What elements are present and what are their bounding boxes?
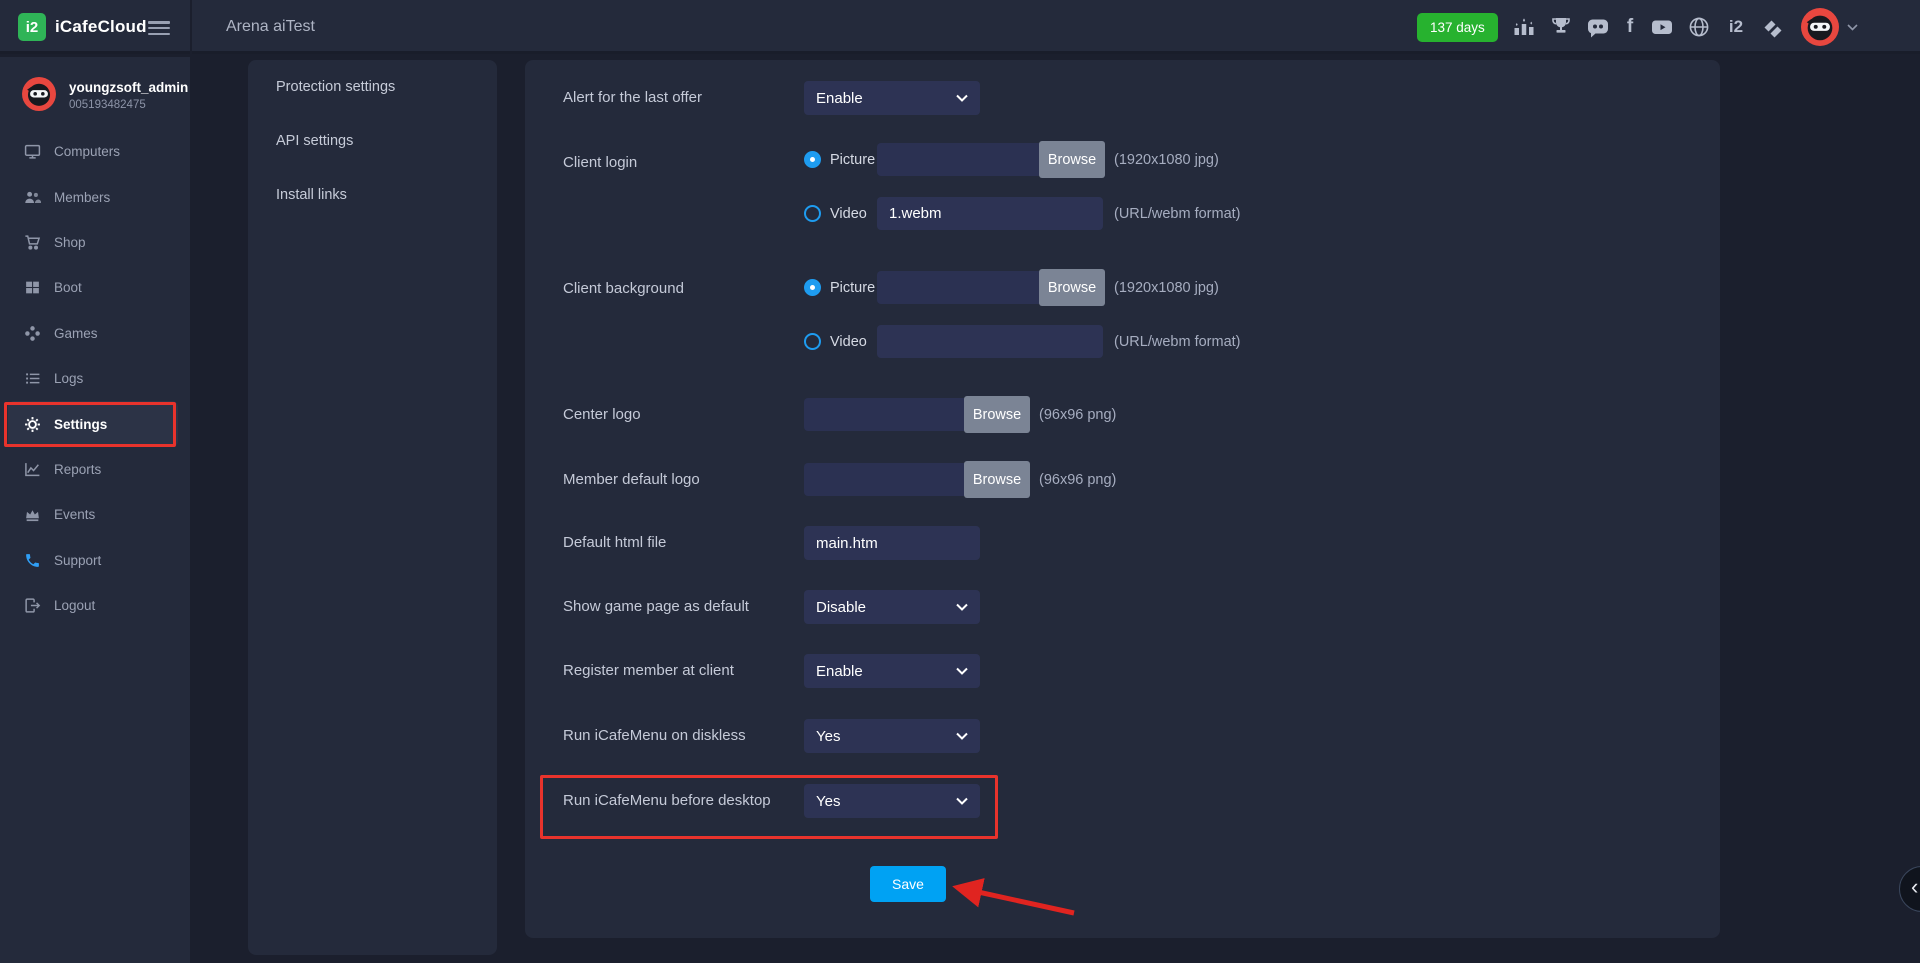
client-background-picture-row: Picture Browse (1920x1080 jpg): [804, 271, 1219, 304]
page-title: Arena aiTest: [226, 0, 315, 54]
logs-icon: [24, 370, 41, 387]
show-game-page-select[interactable]: Disable: [804, 590, 980, 624]
sidebar-item-logout[interactable]: Logout: [0, 583, 190, 628]
client-login-video-radio[interactable]: [804, 205, 821, 222]
sidebar-user-avatar: [22, 77, 56, 111]
register-member-select[interactable]: Enable: [804, 654, 980, 688]
logo-size-hint: (96x96 png): [1039, 472, 1116, 488]
field-label-show-game-page: Show game page as default: [563, 598, 803, 615]
client-background-video-radio[interactable]: [804, 333, 821, 350]
logout-icon: [24, 597, 41, 614]
reports-icon: [24, 461, 41, 478]
boot-icon: [24, 279, 41, 296]
chevron-down-icon: [956, 667, 968, 675]
field-label-client-login: Client login: [563, 154, 803, 171]
client-background-picture-browse-button[interactable]: Browse: [1039, 269, 1105, 306]
member-default-logo-row: Browse (96x96 png): [804, 463, 1116, 496]
sidebar-item-shop[interactable]: Shop: [0, 220, 190, 265]
client-background-picture-radio[interactable]: [804, 279, 821, 296]
field-label-run-icafemenu-diskless: Run iCafeMenu on diskless: [563, 727, 803, 744]
field-label-center-logo: Center logo: [563, 406, 803, 423]
ranking-icon[interactable]: [1512, 15, 1536, 39]
chevron-down-icon: [956, 797, 968, 805]
client-login-picture-row: Picture Browse (1920x1080 jpg): [804, 143, 1219, 176]
run-icafemenu-diskless-select[interactable]: Yes: [804, 719, 980, 753]
topbar-divider: [190, 0, 192, 54]
chevron-left-icon: ‹: [1911, 874, 1918, 900]
sidebar-item-reports[interactable]: Reports: [0, 447, 190, 492]
field-label-client-background: Client background: [563, 280, 803, 297]
license-days-badge[interactable]: 137 days: [1417, 13, 1498, 42]
picture-format-hint: (1920x1080 jpg): [1114, 280, 1219, 296]
video-format-hint: (URL/webm format): [1114, 334, 1241, 350]
username: youngzsoft_admin: [69, 80, 188, 95]
sidebar-item-members[interactable]: Members: [0, 174, 190, 219]
field-label-member-default-logo: Member default logo: [563, 471, 803, 488]
settings-icon: [24, 416, 41, 433]
app-logo[interactable]: i2 iCafeCloud: [18, 13, 147, 41]
user-block[interactable]: youngzsoft_admin 005193482475: [0, 57, 190, 127]
icafecloud-logo-icon: i2: [18, 13, 46, 41]
center-logo-row: Browse (96x96 png): [804, 398, 1116, 431]
chevron-down-icon: [956, 94, 968, 102]
support-phone-icon: [24, 552, 41, 569]
layers-icon[interactable]: [1761, 15, 1785, 39]
icafecloud-admin: { "topbar": { "app_name": "iCafeCloud", …: [0, 0, 1920, 963]
user-avatar[interactable]: [1801, 8, 1839, 46]
hamburger-menu-icon[interactable]: [148, 21, 170, 38]
sidebar-item-computers[interactable]: Computers: [0, 129, 190, 174]
topbar-icon-row: f i2: [1512, 0, 1785, 54]
client-login-picture-browse-button[interactable]: Browse: [1039, 141, 1105, 178]
member-default-logo-browse-button[interactable]: Browse: [964, 461, 1030, 498]
avatar-chevron-down-icon[interactable]: [1847, 24, 1858, 31]
topbar: i2 iCafeCloud Arena aiTest 137 days f: [0, 0, 1920, 54]
sidebar-menu: Computers Members Shop: [0, 129, 190, 628]
sidebar: youngzsoft_admin 005193482475 Computers …: [0, 57, 190, 963]
sidebar-item-settings[interactable]: Settings: [8, 401, 178, 446]
facebook-icon[interactable]: f: [1623, 15, 1637, 39]
run-icafemenu-before-desktop-select[interactable]: Yes: [804, 784, 980, 818]
user-id: 005193482475: [69, 99, 146, 111]
events-icon: [24, 506, 41, 523]
sidebar-item-boot[interactable]: Boot: [0, 265, 190, 310]
center-logo-browse-button[interactable]: Browse: [964, 396, 1030, 433]
sidebar-item-logs[interactable]: Logs: [0, 356, 190, 401]
field-label-default-html-file: Default html file: [563, 534, 803, 551]
sidebar-item-support[interactable]: Support: [0, 538, 190, 583]
icafecloud-icon[interactable]: i2: [1724, 15, 1748, 39]
panel-collapse-button[interactable]: ‹: [1899, 866, 1920, 912]
save-button[interactable]: Save: [870, 866, 946, 902]
field-label-alert-last-offer: Alert for the last offer: [563, 89, 803, 106]
chevron-down-icon: [956, 732, 968, 740]
subnav-item-protection-settings[interactable]: Protection settings: [248, 60, 497, 114]
picture-format-hint: (1920x1080 jpg): [1114, 152, 1219, 168]
client-login-video-input[interactable]: [877, 197, 1103, 230]
globe-icon[interactable]: [1687, 15, 1711, 39]
settings-form-panel: Alert for the last offer Enable Client l…: [525, 60, 1720, 938]
default-html-file-input[interactable]: [804, 526, 980, 560]
field-label-register-member: Register member at client: [563, 662, 803, 679]
client-background-video-input[interactable]: [877, 325, 1103, 358]
subnav-item-api-settings[interactable]: API settings: [248, 114, 497, 168]
computers-icon: [24, 143, 41, 160]
trophy-icon[interactable]: [1549, 15, 1573, 39]
sidebar-item-games[interactable]: Games: [0, 311, 190, 356]
app-name: iCafeCloud: [55, 17, 147, 37]
alert-last-offer-select[interactable]: Enable: [804, 81, 980, 115]
client-login-video-row: Video (URL/webm format): [804, 197, 1241, 230]
client-login-picture-radio[interactable]: [804, 151, 821, 168]
field-label-run-icafemenu-before-desktop: Run iCafeMenu before desktop: [563, 792, 803, 809]
video-format-hint: (URL/webm format): [1114, 206, 1241, 222]
youtube-icon[interactable]: [1650, 15, 1674, 39]
games-icon: [24, 325, 41, 342]
settings-subnav: Protection settings API settings Install…: [248, 60, 497, 955]
chevron-down-icon: [956, 603, 968, 611]
subnav-item-install-links[interactable]: Install links: [248, 168, 497, 222]
shop-icon: [24, 234, 41, 251]
discord-icon[interactable]: [1586, 15, 1610, 39]
logo-size-hint: (96x96 png): [1039, 407, 1116, 423]
client-background-video-row: Video (URL/webm format): [804, 325, 1241, 358]
members-icon: [24, 189, 41, 206]
sidebar-item-events[interactable]: Events: [0, 492, 190, 537]
